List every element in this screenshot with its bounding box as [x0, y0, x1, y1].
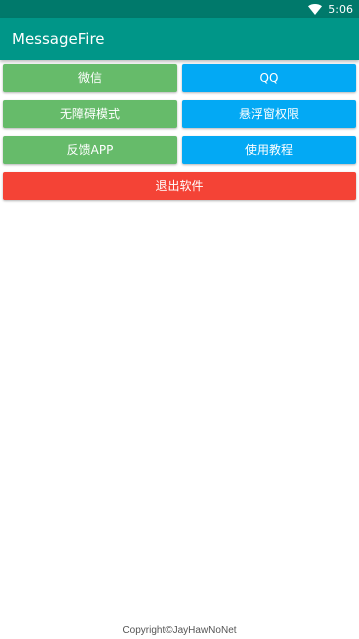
wifi-icon: [308, 3, 323, 15]
app-title: MessageFire: [12, 30, 105, 48]
copyright-footer: Copyright©JayHawNoNet: [122, 625, 237, 636]
status-bar: 5:06: [0, 0, 359, 18]
status-time: 5:06: [328, 2, 353, 16]
tutorial-button[interactable]: 使用教程: [182, 136, 356, 164]
status-indicators: 5:06: [308, 2, 353, 16]
app-toolbar: MessageFire: [0, 18, 359, 60]
feedback-button[interactable]: 反馈APP: [3, 136, 177, 164]
exit-app-button[interactable]: 退出软件: [3, 172, 356, 200]
accessibility-mode-button[interactable]: 无障碍模式: [3, 100, 177, 128]
overlay-permission-button[interactable]: 悬浮窗权限: [182, 100, 356, 128]
qq-button[interactable]: QQ: [182, 64, 356, 92]
wechat-button[interactable]: 微信: [3, 64, 177, 92]
